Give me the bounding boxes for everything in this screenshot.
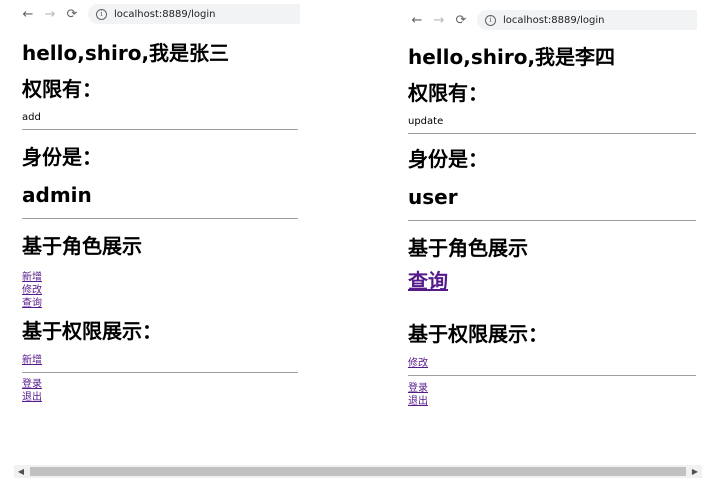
identity-value: user bbox=[408, 185, 458, 209]
divider bbox=[408, 375, 696, 376]
divider bbox=[22, 129, 298, 130]
permission-links: 修改 bbox=[408, 357, 697, 370]
logout-link[interactable]: 退出 bbox=[22, 391, 300, 404]
identity-value: admin bbox=[22, 183, 92, 207]
role-links: 查询 bbox=[408, 269, 697, 293]
identity-heading: 身份是： bbox=[408, 147, 488, 171]
back-arrow-icon[interactable]: ← bbox=[22, 7, 34, 22]
role-display-heading: 基于角色展示 bbox=[408, 236, 528, 260]
logout-link[interactable]: 退出 bbox=[408, 395, 697, 408]
info-icon[interactable]: i bbox=[96, 8, 107, 20]
url-text: localhost:8889/login bbox=[114, 8, 216, 20]
permission-display-heading: 基于权限展示： bbox=[22, 319, 162, 343]
right-browser-pane: ← → ⟳ i localhost:8889/login hello,shiro… bbox=[405, 0, 697, 408]
forward-arrow-icon[interactable]: → bbox=[433, 13, 445, 28]
permissions-heading: 权限有： bbox=[22, 77, 102, 101]
permission-value: add bbox=[22, 112, 41, 123]
browser-toolbar: ← → ⟳ i localhost:8889/login bbox=[405, 6, 697, 34]
permission-display-heading: 基于权限展示： bbox=[408, 322, 548, 346]
page-content: hello,shiro,我是李四 权限有： update 身份是： user 基… bbox=[405, 46, 697, 408]
login-link[interactable]: 登录 bbox=[408, 382, 697, 395]
permissions-heading: 权限有： bbox=[408, 81, 488, 105]
browser-toolbar: ← → ⟳ i localhost:8889/login bbox=[0, 0, 300, 28]
role-link-add[interactable]: 新增 bbox=[22, 271, 300, 284]
auth-links: 登录 退出 bbox=[408, 382, 697, 408]
perm-link-add[interactable]: 新增 bbox=[22, 354, 300, 367]
reload-icon[interactable]: ⟳ bbox=[66, 7, 78, 22]
role-link-update[interactable]: 修改 bbox=[22, 284, 300, 297]
info-icon[interactable]: i bbox=[485, 14, 496, 26]
forward-arrow-icon[interactable]: → bbox=[44, 7, 56, 22]
horizontal-scrollbar[interactable]: ◀ ▶ bbox=[14, 465, 702, 478]
role-link-query[interactable]: 查询 bbox=[22, 297, 300, 310]
auth-links: 登录 退出 bbox=[22, 378, 300, 404]
role-link-query[interactable]: 查询 bbox=[408, 269, 697, 293]
permission-value: update bbox=[408, 116, 444, 127]
page-content: hello,shiro,我是张三 权限有： add 身份是： admin 基于角… bbox=[0, 42, 300, 404]
perm-link-update[interactable]: 修改 bbox=[408, 357, 697, 370]
left-browser-pane: ← → ⟳ i localhost:8889/login hello,shiro… bbox=[0, 0, 300, 404]
divider bbox=[22, 372, 298, 373]
back-arrow-icon[interactable]: ← bbox=[411, 13, 423, 28]
role-display-heading: 基于角色展示 bbox=[22, 234, 142, 258]
scroll-left-icon[interactable]: ◀ bbox=[14, 465, 28, 478]
reload-icon[interactable]: ⟳ bbox=[455, 13, 467, 28]
address-bar[interactable]: i localhost:8889/login bbox=[477, 10, 697, 30]
address-bar[interactable]: i localhost:8889/login bbox=[88, 4, 300, 24]
divider bbox=[408, 220, 696, 221]
login-link[interactable]: 登录 bbox=[22, 378, 300, 391]
divider bbox=[408, 133, 696, 134]
permission-links: 新增 bbox=[22, 354, 300, 367]
identity-heading: 身份是： bbox=[22, 145, 102, 169]
greeting-heading: hello,shiro,我是李四 bbox=[408, 45, 616, 69]
greeting-heading: hello,shiro,我是张三 bbox=[22, 41, 230, 65]
scroll-right-icon[interactable]: ▶ bbox=[688, 465, 702, 478]
role-links: 新增 修改 查询 bbox=[22, 271, 300, 310]
scrollbar-thumb[interactable] bbox=[30, 467, 686, 476]
divider bbox=[22, 218, 298, 219]
url-text: localhost:8889/login bbox=[503, 14, 605, 26]
